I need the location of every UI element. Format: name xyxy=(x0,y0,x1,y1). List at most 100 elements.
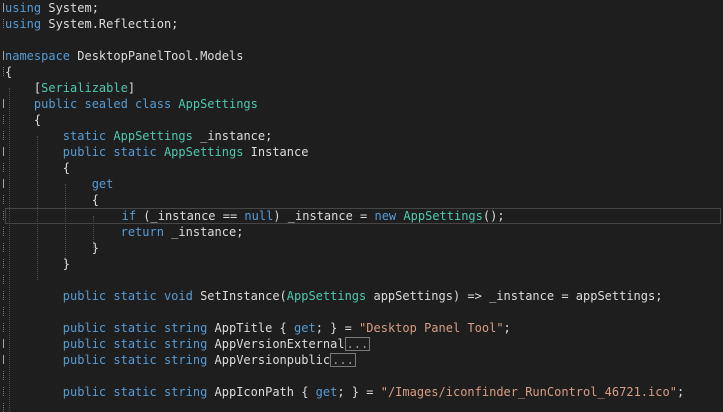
fold-guide xyxy=(0,131,4,140)
fold-guide xyxy=(0,307,4,316)
code-line[interactable] xyxy=(5,368,721,384)
string-token: "Desktop Panel Tool" xyxy=(359,321,504,335)
keyword-token: get xyxy=(5,177,114,191)
identifier-token: [ xyxy=(5,81,42,95)
fold-guide xyxy=(0,211,4,220)
code-line[interactable]: public static string AppTitle { get; } =… xyxy=(5,320,721,336)
keyword-token: using xyxy=(5,1,42,15)
identifier-token: { xyxy=(5,65,13,79)
type-token: AppSettings xyxy=(163,145,244,159)
identifier-token: } xyxy=(5,241,99,255)
identifier-token: { xyxy=(5,193,99,207)
fold-guide xyxy=(0,371,4,380)
code-line[interactable]: } xyxy=(5,256,721,272)
identifier-token: _instance; xyxy=(192,129,273,143)
code-line[interactable]: namespace DesktopPanelTool.Models xyxy=(5,48,721,64)
keyword-token: if xyxy=(6,209,137,223)
fold-guide xyxy=(0,115,4,124)
collapsed-region-button[interactable]: ... xyxy=(330,353,356,367)
fold-marker-namespace[interactable] xyxy=(0,51,4,60)
keyword-token: public static void xyxy=(5,289,193,303)
type-token: Serializable xyxy=(41,81,128,95)
keyword-token: public static string xyxy=(5,385,208,399)
keyword-token: public static string xyxy=(5,353,208,367)
identifier-token: (_instance == xyxy=(136,209,245,223)
fold-marker-version-public[interactable] xyxy=(0,355,4,364)
keyword-token: namespace xyxy=(5,49,71,63)
code-line[interactable]: { xyxy=(5,112,721,128)
fold-guide xyxy=(0,243,4,252)
fold-marker-getter[interactable] xyxy=(0,179,4,188)
identifier-token: AppIconPath { xyxy=(207,385,316,399)
keyword-token: public sealed class xyxy=(5,97,172,111)
fold-guide xyxy=(0,227,4,236)
keyword-token: new xyxy=(374,209,397,223)
identifier-token: ; } = xyxy=(315,321,360,335)
identifier-token: AppVersionExternal xyxy=(207,337,345,351)
code-line[interactable]: public static string AppVersionpublic... xyxy=(5,352,721,368)
fold-guide xyxy=(0,195,4,204)
type-token: AppSettings xyxy=(178,97,258,111)
code-line[interactable]: { xyxy=(5,64,721,80)
identifier-token: AppVersionpublic xyxy=(207,353,331,367)
identifier-token: ; } = xyxy=(337,385,381,399)
code-line[interactable]: public static AppSettings Instance xyxy=(5,144,721,160)
fold-marker-using[interactable] xyxy=(0,3,4,12)
code-line[interactable]: public static string AppVersionExternal.… xyxy=(5,336,721,352)
identifier-token: } xyxy=(5,257,71,271)
type-token: AppSettings xyxy=(286,289,367,303)
current-code-line[interactable]: if (_instance == null) _instance = new A… xyxy=(5,208,721,224)
fold-guide xyxy=(0,259,4,268)
string-token: "/Images/iconfinder_RunControl_46721.ico… xyxy=(380,385,677,399)
identifier-token: appSettings) => _instance = appSettings; xyxy=(366,289,663,303)
fold-guide xyxy=(0,67,4,76)
code-line[interactable]: return _instance; xyxy=(5,224,721,240)
keyword-token: return xyxy=(5,225,164,239)
code-line[interactable]: public static string AppIconPath { get; … xyxy=(5,384,721,400)
keyword-token: using xyxy=(5,17,42,31)
keyword-token: public static xyxy=(5,145,157,159)
fold-guide xyxy=(0,387,4,396)
code-line[interactable] xyxy=(5,272,721,288)
fold-marker-class[interactable] xyxy=(0,99,4,108)
code-line[interactable]: using System; xyxy=(5,0,721,16)
identifier-token: AppTitle { xyxy=(207,321,294,335)
identifier-token: { xyxy=(5,113,42,127)
keyword-token: null xyxy=(244,209,274,223)
fold-guide xyxy=(0,275,4,284)
collapsed-region-button[interactable]: ... xyxy=(344,337,371,351)
keyword-token: public static string xyxy=(5,321,208,335)
identifier-token: ] xyxy=(127,81,136,95)
code-line[interactable]: [Serializable] xyxy=(5,80,721,96)
identifier-token: SetInstance( xyxy=(192,289,287,303)
code-line[interactable]: public sealed class AppSettings xyxy=(5,96,721,112)
code-editor[interactable]: using System; using System.Reflection; nam… xyxy=(0,0,723,412)
identifier-token: (); xyxy=(482,209,505,223)
code-line[interactable]: using System.Reflection; xyxy=(5,16,721,32)
identifier-token: ; xyxy=(676,385,685,399)
code-line[interactable] xyxy=(5,304,721,320)
identifier-token: System; xyxy=(41,1,99,15)
keyword-token: get xyxy=(315,385,338,399)
code-line[interactable]: } xyxy=(5,240,721,256)
fold-guide xyxy=(0,19,4,28)
keyword-token: static xyxy=(5,129,107,143)
type-token: AppSettings xyxy=(403,209,483,223)
identifier-token: System.Reflection; xyxy=(41,17,179,31)
identifier-token: ; xyxy=(503,321,511,335)
code-line[interactable]: get xyxy=(5,176,721,192)
identifier-token: DesktopPanelTool.Models xyxy=(70,49,244,63)
code-line[interactable]: { xyxy=(5,192,721,208)
fold-guide xyxy=(0,403,4,412)
code-line[interactable] xyxy=(5,32,721,48)
identifier-token: Instance xyxy=(243,145,309,159)
code-line[interactable]: public static void SetInstance(AppSettin… xyxy=(5,288,721,304)
fold-guide xyxy=(0,291,4,300)
fold-marker-version-external[interactable] xyxy=(0,339,4,348)
keyword-token: public static string xyxy=(5,337,208,351)
identifier-token xyxy=(157,145,164,159)
code-line[interactable]: static AppSettings _instance; xyxy=(5,128,721,144)
fold-marker-property[interactable] xyxy=(0,147,4,156)
code-line[interactable]: { xyxy=(5,160,721,176)
identifier-token: _instance; xyxy=(163,225,244,239)
